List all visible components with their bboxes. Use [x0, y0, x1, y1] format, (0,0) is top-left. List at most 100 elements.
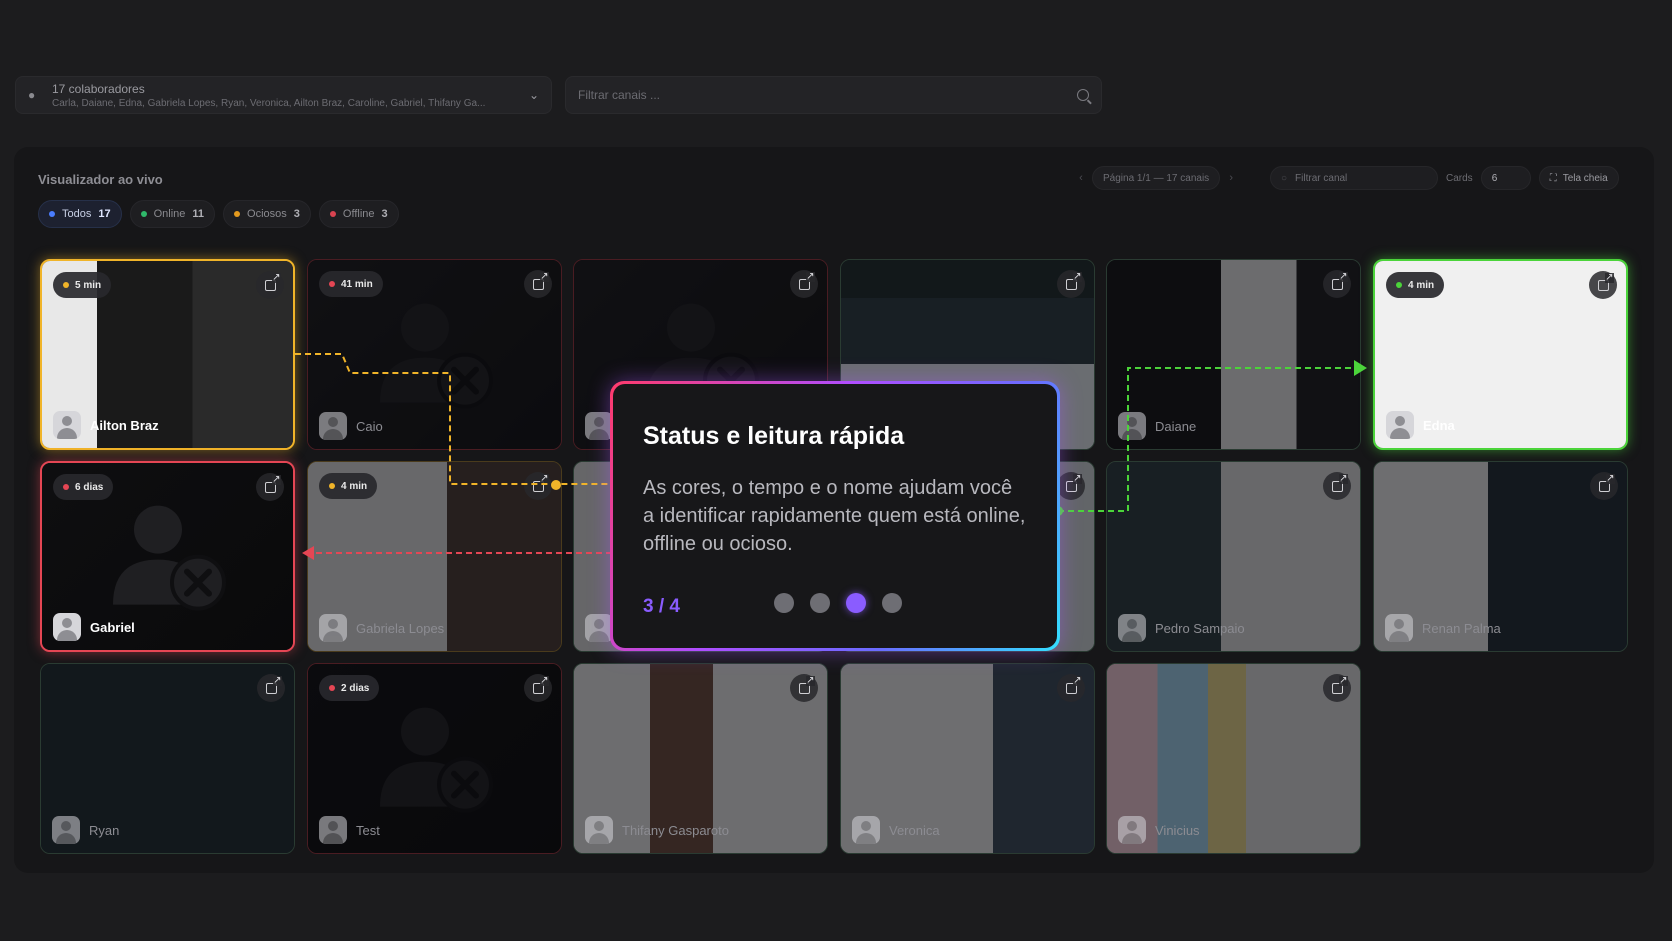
open-external-button[interactable] [524, 674, 552, 702]
status-dot [329, 483, 335, 489]
channel-card[interactable]: Pedro Sampaio [1106, 461, 1361, 652]
tour-dot-active[interactable] [846, 593, 866, 613]
avatar [585, 614, 613, 642]
avatar [1118, 614, 1146, 642]
cards-label: Cards [1446, 172, 1473, 184]
external-link-icon [1065, 271, 1082, 290]
channel-card[interactable]: Vinicius [1106, 663, 1361, 854]
avatar [53, 613, 81, 641]
tour-dot[interactable] [882, 593, 902, 613]
filter-todos[interactable]: Todos 17 [38, 200, 122, 228]
avatar [52, 816, 80, 844]
open-external-button[interactable] [256, 473, 284, 501]
filter-ociosos[interactable]: Ociosos 3 [223, 200, 311, 228]
channel-card[interactable]: Ryan [40, 663, 295, 854]
external-link-icon [1597, 272, 1614, 291]
external-link-icon [798, 675, 815, 694]
collaborators-select[interactable]: ● 17 colaboradores Carla, Daiane, Edna, … [15, 76, 552, 114]
avatar [585, 412, 613, 440]
card-user: Pedro Sampaio [1118, 614, 1245, 642]
external-link-icon [1598, 473, 1615, 492]
avatar [319, 614, 347, 642]
card-user [585, 412, 613, 440]
channel-card[interactable]: 6 dias Gabriel [40, 461, 295, 652]
card-user-name: Gabriela Lopes [356, 620, 445, 636]
card-user-name: Thifany Gasparoto [622, 822, 729, 838]
search-icon [1077, 89, 1089, 101]
filter-online[interactable]: Online 11 [129, 200, 216, 228]
tour-dot[interactable] [774, 593, 794, 613]
open-external-button[interactable] [1323, 270, 1351, 298]
card-user: Renan Palma [1385, 614, 1501, 642]
open-external-button[interactable] [1057, 270, 1085, 298]
channel-search[interactable] [565, 76, 1102, 114]
channel-card[interactable]: 4 min Edna [1373, 259, 1628, 450]
external-link-icon [1331, 675, 1348, 694]
external-link-icon [532, 675, 549, 694]
chevron-down-icon: ⌄ [528, 88, 539, 102]
fullscreen-button[interactable]: ⛶ Tela cheia [1538, 166, 1619, 190]
open-external-button[interactable] [524, 270, 552, 298]
status-dot [1396, 282, 1402, 288]
card-user: Thifany Gasparoto [585, 816, 729, 844]
filter-offline[interactable]: Offline 3 [318, 200, 399, 228]
external-link-icon [1065, 473, 1082, 492]
channel-card[interactable]: Daiane [1106, 259, 1361, 450]
card-user: Ryan [52, 816, 119, 844]
open-external-button[interactable] [790, 674, 818, 702]
open-external-button[interactable] [257, 674, 285, 702]
avatar [1385, 614, 1413, 642]
status-dot [63, 282, 69, 288]
filter-channel-input[interactable]: ○ Filtrar canal [1270, 166, 1438, 190]
external-link-icon [532, 473, 549, 492]
channel-card[interactable]: Renan Palma [1373, 461, 1628, 652]
tour-progress-dots [774, 593, 902, 613]
card-user: Test [319, 816, 380, 844]
external-link-icon [1331, 473, 1348, 492]
card-user-name: Veronica [889, 822, 940, 838]
card-user: Gabriel [53, 613, 135, 641]
card-user-name: Pedro Sampaio [1155, 620, 1245, 636]
status-badge: 5 min [53, 272, 112, 298]
status-badge: 6 dias [53, 474, 114, 500]
card-user-name: Test [356, 822, 380, 838]
channel-card[interactable]: 4 min Gabriela Lopes [307, 461, 562, 652]
card-user-name: Daiane [1155, 418, 1197, 434]
status-badge: 4 min [319, 473, 378, 499]
cards-per-page-select[interactable]: 6 [1480, 166, 1531, 190]
open-external-button[interactable] [1057, 472, 1085, 500]
open-external-button[interactable] [1323, 472, 1351, 500]
channel-card[interactable]: 2 dias Test [307, 663, 562, 854]
channel-card[interactable]: 41 min Caio [307, 259, 562, 450]
open-external-button[interactable] [1057, 674, 1085, 702]
open-external-button[interactable] [256, 271, 284, 299]
status-badge: 41 min [319, 271, 383, 297]
status-dot [329, 685, 335, 691]
open-external-button[interactable] [1589, 271, 1617, 299]
external-link-icon [532, 271, 549, 290]
user-offline-icon [112, 505, 226, 611]
status-dot [329, 281, 335, 287]
avatar [1118, 412, 1146, 440]
tour-dot[interactable] [810, 593, 830, 613]
card-user-name: Ailton Braz [90, 417, 159, 433]
tour-tooltip: Status e leitura rápida As cores, o temp… [610, 381, 1060, 651]
channel-card[interactable]: 5 min Ailton Braz [40, 259, 295, 450]
channel-card[interactable]: Veronica [840, 663, 1095, 854]
channel-search-input[interactable] [578, 88, 1077, 102]
tour-text: As cores, o tempo e o nome ajudam você a… [643, 477, 1026, 555]
card-user [585, 614, 613, 642]
open-external-button[interactable] [1590, 472, 1618, 500]
channel-card[interactable]: Thifany Gasparoto [573, 663, 828, 854]
status-badge: 2 dias [319, 675, 380, 701]
open-external-button[interactable] [1323, 674, 1351, 702]
open-external-button[interactable] [524, 472, 552, 500]
status-badge: 4 min [1386, 272, 1445, 298]
avatar [1118, 816, 1146, 844]
next-page-button[interactable]: › [1220, 172, 1242, 184]
avatar [319, 412, 347, 440]
avatar [1386, 411, 1414, 439]
open-external-button[interactable] [790, 270, 818, 298]
search-icon: ○ [1281, 172, 1288, 184]
prev-page-button[interactable]: ‹ [1070, 172, 1092, 184]
